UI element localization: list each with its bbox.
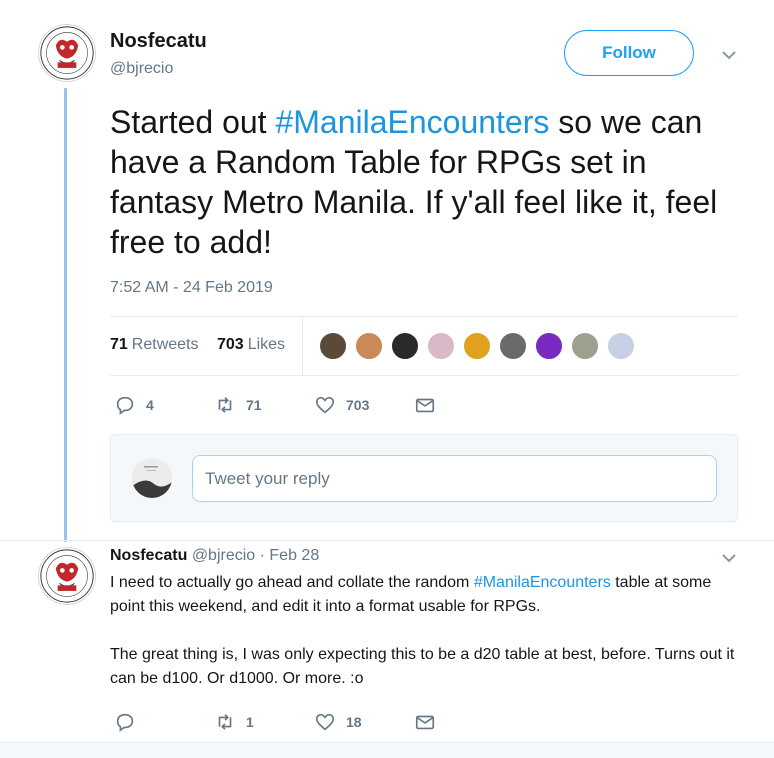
reply-separator: · [255, 547, 270, 564]
like-action[interactable]: 703 [314, 394, 369, 416]
retweet-action[interactable]: 1 [214, 711, 254, 733]
reply-count: 4 [146, 397, 154, 413]
divider [110, 316, 738, 317]
message-action[interactable] [414, 711, 446, 733]
retweet-count: 1 [246, 714, 254, 730]
liker-avatar[interactable] [354, 331, 384, 361]
chevron-down-icon[interactable] [720, 48, 738, 62]
reply-text: I need to actually go ahead and collate … [110, 571, 750, 715]
tweet-timestamp[interactable]: 7:52 AM - 24 Feb 2019 [110, 279, 273, 297]
reply-text-before: I need to actually go ahead and collate … [110, 574, 474, 591]
reply-avatar[interactable] [38, 547, 96, 605]
hashtag-link[interactable]: #ManilaEncounters [275, 104, 549, 140]
reply-input[interactable]: Tweet your reply [192, 455, 717, 502]
stats-separator [302, 317, 303, 375]
like-count: 18 [346, 714, 362, 730]
retweet-count: 71 [246, 397, 262, 413]
avatar-logo [40, 26, 94, 80]
reply-author-handle[interactable]: @bjrecio [192, 547, 255, 564]
reply-action[interactable] [114, 711, 146, 733]
chevron-down-icon[interactable] [720, 551, 738, 565]
reply-header: Nosfecatu @bjrecio · Feb 28 [110, 547, 319, 565]
like-icon [315, 396, 335, 414]
reply-paragraph: The great thing is, I was only expecting… [110, 646, 735, 687]
author-name[interactable]: Nosfecatu [110, 30, 207, 53]
like-icon [315, 713, 335, 731]
likes-count: 703 [217, 336, 244, 353]
liker-avatar[interactable] [318, 331, 348, 361]
avatar-logo [40, 549, 94, 603]
retweets-stat[interactable]: 71 Retweets [110, 336, 199, 354]
liker-avatar[interactable] [426, 331, 456, 361]
divider [110, 375, 738, 376]
message-icon [415, 398, 435, 413]
retweet-icon [218, 714, 232, 730]
avatar[interactable] [38, 24, 96, 82]
liker-avatar[interactable] [390, 331, 420, 361]
reply-author-name[interactable]: Nosfecatu [110, 547, 187, 564]
retweet-icon [218, 397, 232, 413]
hashtag-link[interactable]: #ManilaEncounters [474, 574, 611, 591]
reply-action[interactable]: 4 [114, 394, 154, 416]
liker-avatar[interactable] [570, 331, 600, 361]
retweets-count: 71 [110, 336, 128, 353]
retweets-label: Retweets [131, 336, 199, 353]
reply-paragraph: I need to actually go ahead and collate … [110, 571, 750, 619]
divider [0, 540, 774, 541]
message-icon [415, 715, 435, 730]
thread-line [64, 88, 67, 542]
likes-stat[interactable]: 703 Likes [217, 336, 285, 354]
message-action[interactable] [414, 394, 446, 416]
reply-date[interactable]: Feb 28 [269, 547, 319, 564]
like-action[interactable]: 18 [314, 711, 362, 733]
follow-button[interactable]: Follow [564, 30, 694, 76]
footer-bar [0, 742, 774, 758]
author-handle[interactable]: @bjrecio [110, 60, 173, 78]
retweet-action[interactable]: 71 [214, 394, 262, 416]
likes-label: Likes [247, 336, 286, 353]
liker-avatar[interactable] [534, 331, 564, 361]
liker-avatar[interactable] [498, 331, 528, 361]
tweet-text-before: Started out [110, 104, 276, 140]
liker-avatar[interactable] [462, 331, 492, 361]
reply-icon [116, 396, 134, 415]
tweet-text: Started out #ManilaEncounters so we can … [110, 102, 750, 262]
liker-avatar[interactable] [606, 331, 636, 361]
like-count: 703 [346, 397, 370, 413]
current-user-avatar [132, 458, 172, 498]
reply-icon [116, 713, 134, 732]
